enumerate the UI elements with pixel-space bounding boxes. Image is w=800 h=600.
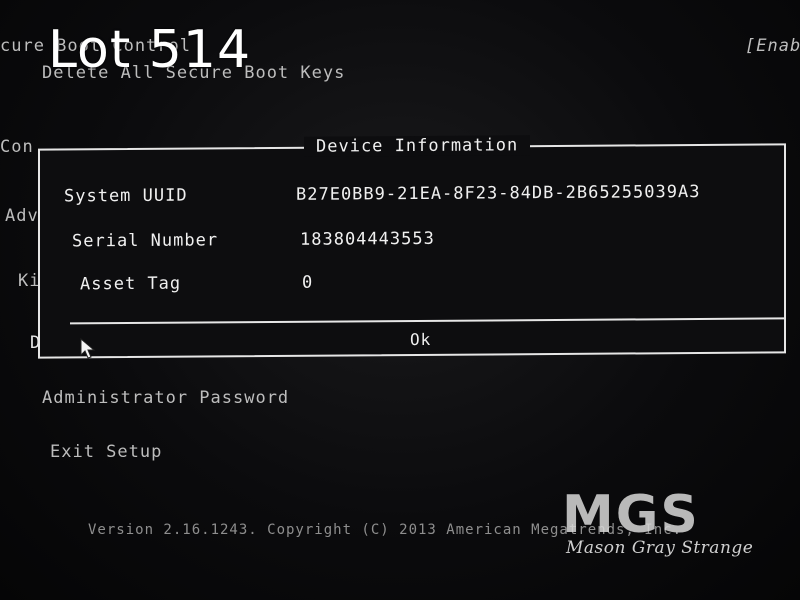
secure-boot-state-value: [Enab [745, 36, 800, 56]
device-information-dialog: Device Information System UUID B27E0BB9-… [38, 135, 786, 361]
dialog-title: Device Information [304, 135, 531, 157]
menu-fragment-con: Con [0, 137, 34, 157]
mouse-pointer-icon [80, 338, 96, 359]
asset-tag-label: Asset Tag [80, 273, 182, 295]
asset-tag-value: 0 [302, 272, 314, 293]
logo-tagline: Mason Gray Strange [566, 538, 754, 558]
ok-button[interactable]: Ok [410, 330, 431, 349]
system-uuid-value: B27E0BB9-21EA-8F23-84DB-2B65255039A3 [296, 181, 701, 205]
system-uuid-label: System UUID [64, 185, 188, 207]
serial-number-label: Serial Number [72, 230, 219, 252]
dialog-button-bar: Ok [70, 317, 784, 361]
menu-administrator-password[interactable]: Administrator Password [42, 388, 289, 408]
menu-exit-setup[interactable]: Exit Setup [50, 442, 162, 462]
logo-letters: MGS [562, 488, 700, 536]
serial-number-value: 183804443553 [300, 228, 435, 250]
mgs-logo: MGS [562, 488, 700, 536]
menu-fragment-adv: Adv [5, 206, 39, 226]
lot-label: Lot 514 [48, 20, 252, 80]
